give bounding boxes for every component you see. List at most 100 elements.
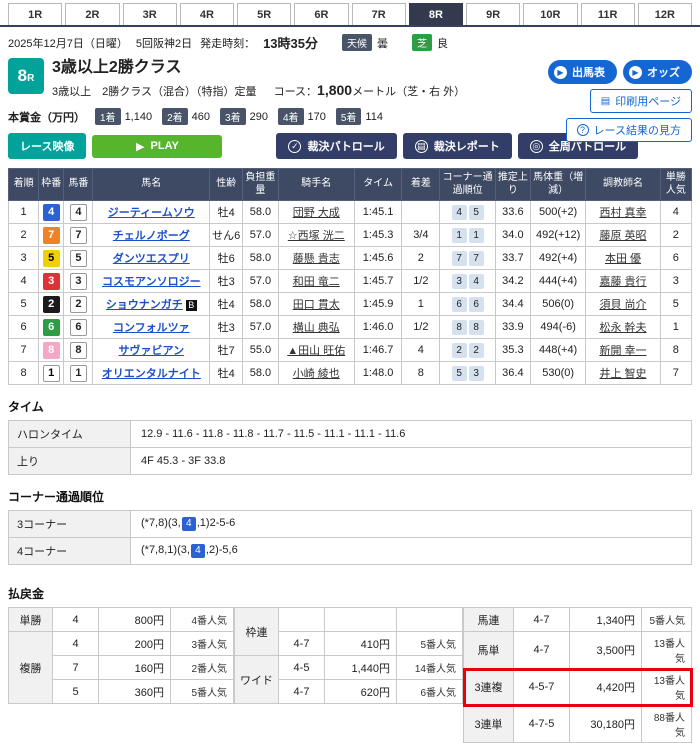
horse-name-cell: ジーティームソウ [93, 201, 210, 224]
horse-name-link[interactable]: サヴァビアン [119, 345, 185, 357]
payout-amount: 30,180円 [570, 706, 642, 743]
horse-row: 811オリエンタルナイト牡458.0小崎 綾也1:48.085336.4530(… [9, 362, 692, 385]
horse-name-link[interactable]: コンフォルツァ [113, 322, 190, 334]
horse-weight: 506(0) [530, 293, 585, 316]
weather-value: 曇 [377, 35, 388, 51]
jockey-cell: 田口 貫太 [278, 293, 354, 316]
race-tab-1r[interactable]: 1R [8, 3, 62, 25]
race-video-button[interactable]: レース映像 [8, 133, 86, 159]
track-condition: 良 [437, 35, 448, 51]
prize-amount: 114 [365, 111, 383, 123]
frame-badge: 4 [43, 204, 60, 221]
play-icon: ▶ [136, 140, 144, 153]
jockey-link[interactable]: 団野 大成 [293, 207, 340, 219]
last-3f: 33.9 [495, 316, 530, 339]
jockey-link[interactable]: 和田 竜二 [293, 276, 340, 288]
payout-row: ワイド4-51,440円14番人気 [235, 656, 463, 680]
horse-name-link[interactable]: オリエンタルナイト [102, 368, 201, 380]
payout-combination: 4-5 [279, 656, 325, 680]
frame-cell: 4 [39, 201, 64, 224]
guide-label: レース結果の見方 [594, 122, 681, 138]
corner-position-badge: 5 [452, 366, 467, 381]
horse-name-link[interactable]: ショウナンガチ [106, 299, 183, 311]
course-unit: メートル [352, 86, 396, 98]
trainer-link[interactable]: 藤原 英昭 [599, 230, 646, 242]
prize-item: 4着170 [278, 108, 326, 125]
entries-button[interactable]: ▶ 出馬表 [548, 60, 617, 84]
race-tab-9r[interactable]: 9R [466, 3, 520, 25]
horse-weight: 494(-6) [530, 316, 585, 339]
horse-weight: 448(+4) [530, 339, 585, 362]
trainer-link[interactable]: 松永 幹夫 [599, 322, 646, 334]
horse-number-cell: 7 [64, 224, 93, 247]
jockey-link[interactable]: 横山 典弘 [293, 322, 340, 334]
results-table: 着順枠番馬番馬名性齢負担重量騎手名タイム着差コーナー通過順位推定上り馬体重（増減… [8, 168, 692, 385]
payout-type-label: 馬連 [464, 608, 514, 632]
halon-time-row: ハロンタイム 12.9 - 11.6 - 11.8 - 11.8 - 11.7 … [9, 421, 692, 448]
payout-type-label: 3連複 [464, 669, 514, 706]
finish-position: 7 [9, 339, 39, 362]
payout-amount: 360円 [99, 680, 171, 704]
last-3f: 35.3 [495, 339, 530, 362]
horse-name-link[interactable]: チェルノボーグ [113, 230, 190, 242]
trainer-link[interactable]: 新開 幸一 [599, 345, 646, 357]
odds-button[interactable]: ▶ オッズ [623, 60, 692, 84]
trainer-link[interactable]: 嘉藤 貴行 [599, 276, 646, 288]
horse-row: 433コスモアンソロジー牡357.0和田 竜二1:45.71/23434.244… [9, 270, 692, 293]
trainer-cell: 本田 優 [586, 247, 660, 270]
guide-button[interactable]: ? レース結果の見方 [566, 118, 692, 142]
stewards-patrol-button[interactable]: ✓ 裁決パトロール [276, 133, 396, 159]
corner-positions: 88 [440, 316, 495, 339]
play-button[interactable]: ▶ PLAY [92, 135, 222, 158]
race-tab-10r[interactable]: 10R [523, 3, 577, 25]
payout-combination: 7 [53, 656, 99, 680]
race-tab-5r[interactable]: 5R [237, 3, 291, 25]
horse-row: 144ジーティームソウ牡458.0団野 大成1:45.14533.6500(+2… [9, 201, 692, 224]
column-header: 枠番 [39, 169, 64, 201]
win-favorite: 5 [660, 293, 691, 316]
payout-amount: 620円 [325, 680, 397, 704]
sex-age: 牡4 [210, 293, 243, 316]
corner-positions: 45 [440, 201, 495, 224]
corner-position-badge: 8 [469, 320, 484, 335]
jockey-link[interactable]: 田口 貫太 [293, 299, 340, 311]
race-tab-3r[interactable]: 3R [123, 3, 177, 25]
horse-name-link[interactable]: ダンツエスプリ [113, 253, 190, 265]
weather-badge: 天候 [342, 34, 372, 51]
race-tab-7r[interactable]: 7R [352, 3, 406, 25]
trainer-link[interactable]: 井上 智史 [599, 368, 646, 380]
sex-age: 牡6 [210, 247, 243, 270]
payout-amount: 200円 [99, 632, 171, 656]
horse-name-link[interactable]: コスモアンソロジー [102, 276, 201, 288]
printer-icon: ▤ [601, 96, 610, 107]
jockey-link[interactable]: 藤懸 貴志 [293, 253, 340, 265]
race-tab-4r[interactable]: 4R [180, 3, 234, 25]
print-button[interactable]: ▤ 印刷用ページ [590, 89, 692, 113]
agari-row: 上り 4F 45.3 - 3F 33.8 [9, 448, 692, 475]
trainer-link[interactable]: 西村 真幸 [599, 207, 646, 219]
frame-cell: 5 [39, 247, 64, 270]
finish-time: 1:45.6 [354, 247, 401, 270]
jockey-cell: 横山 典弘 [278, 316, 354, 339]
horse-name-cell: ダンツエスプリ [93, 247, 210, 270]
trainer-link[interactable]: 本田 優 [605, 253, 641, 265]
race-number-badge: 8 R [8, 58, 44, 94]
margin: 8 [402, 362, 440, 385]
sex-age: 牡3 [210, 270, 243, 293]
race-tab-12r[interactable]: 12R [638, 3, 692, 25]
impost-weight: 58.0 [243, 362, 278, 385]
horse-name-link[interactable]: ジーティームソウ [108, 207, 195, 219]
race-tab-8r[interactable]: 8R [409, 3, 463, 25]
jockey-link[interactable]: ☆西塚 洸二 [288, 230, 345, 242]
finish-time: 1:45.3 [354, 224, 401, 247]
race-tab-11r[interactable]: 11R [581, 3, 635, 25]
race-tab-2r[interactable]: 2R [65, 3, 119, 25]
jockey-link[interactable]: 小崎 綾也 [293, 368, 340, 380]
sex-age: せん6 [210, 224, 243, 247]
trainer-link[interactable]: 須貝 尚介 [599, 299, 646, 311]
finish-position: 3 [9, 247, 39, 270]
jockey-link[interactable]: ▲田山 旺佑 [287, 345, 345, 357]
payout-combination: 4 [53, 632, 99, 656]
stewards-report-button[interactable]: ▤ 裁決レポート [403, 133, 512, 159]
race-tab-6r[interactable]: 6R [294, 3, 348, 25]
